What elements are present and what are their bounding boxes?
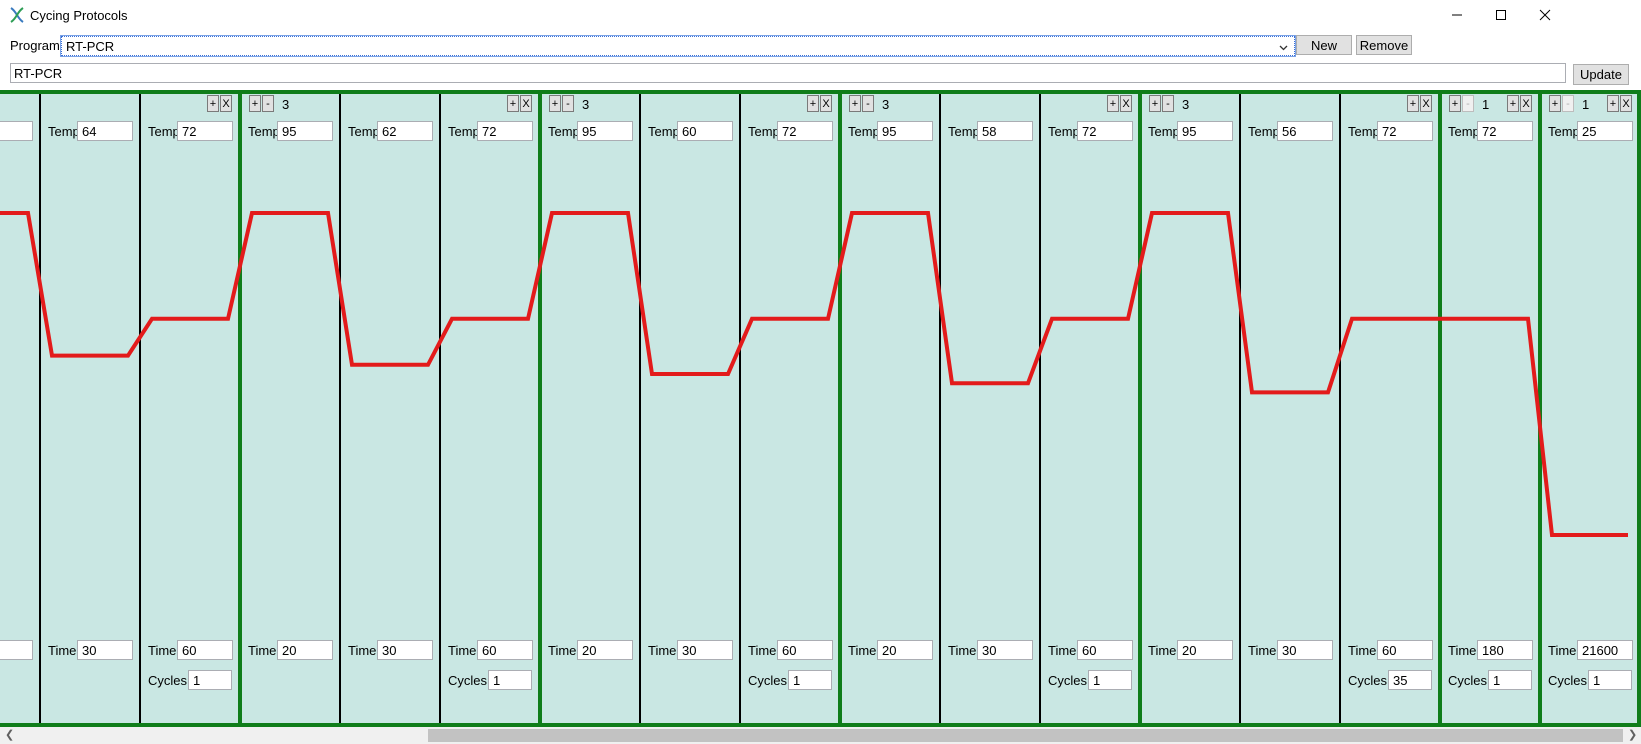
- minimize-button[interactable]: [1434, 0, 1480, 30]
- close-icon: [1539, 9, 1551, 21]
- window-title: Cycing Protocols: [30, 8, 128, 23]
- program-label: Program: [10, 38, 60, 53]
- scroll-left-icon[interactable]: ❮: [5, 728, 14, 741]
- horizontal-scrollbar[interactable]: ❮ ❯: [0, 727, 1641, 744]
- program-select-value: RT-PCR: [66, 39, 115, 54]
- maximize-button[interactable]: [1478, 0, 1524, 30]
- temperature-profile-curve: [0, 211, 1628, 537]
- update-button[interactable]: Update: [1573, 64, 1629, 85]
- maximize-icon: [1495, 9, 1507, 21]
- dna-helix-icon: [8, 6, 26, 24]
- scrollbar-thumb[interactable]: [428, 729, 1623, 742]
- protocol-canvas: TempTimeTemp64Time30Temp72Time60+XCycles…: [0, 90, 1641, 727]
- program-name-input[interactable]: RT-PCR: [10, 63, 1566, 83]
- close-button[interactable]: [1522, 0, 1568, 30]
- temperature-line: [0, 211, 1628, 537]
- scroll-right-icon[interactable]: ❯: [1628, 728, 1637, 741]
- chevron-down-icon: [1279, 40, 1288, 55]
- new-button[interactable]: New: [1296, 35, 1352, 55]
- title-bar: Cycing Protocols: [0, 0, 1641, 32]
- remove-button[interactable]: Remove: [1356, 35, 1412, 55]
- program-select[interactable]: RT-PCR: [60, 35, 1296, 57]
- minimize-icon: [1451, 9, 1463, 21]
